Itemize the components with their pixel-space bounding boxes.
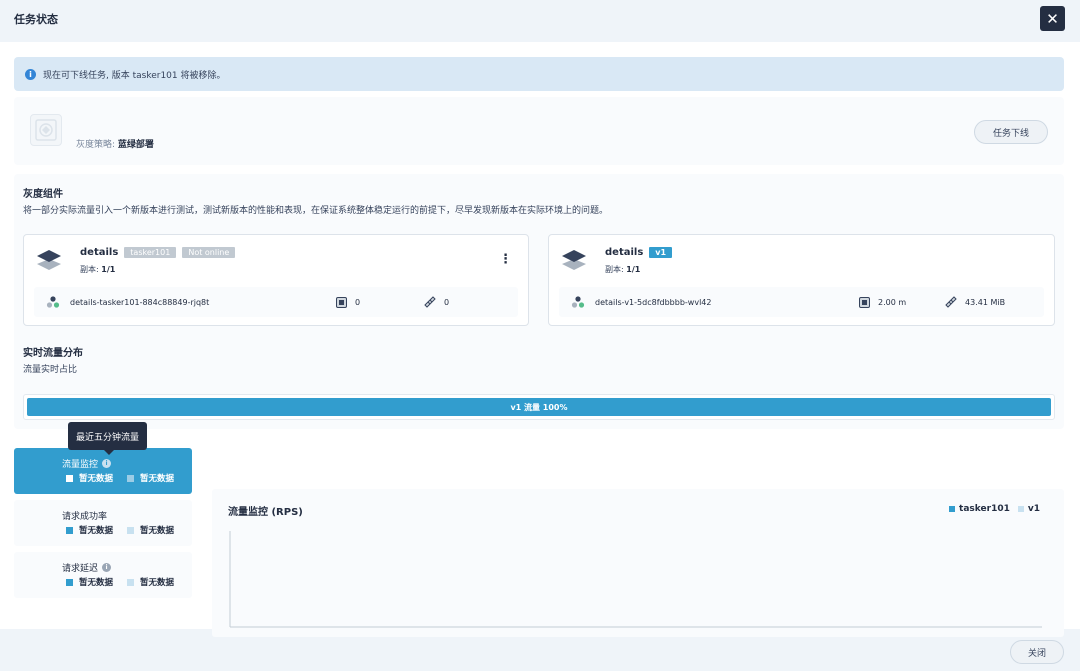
dialog-title: 任务状态 (14, 13, 58, 26)
traffic-subtitle: 流量实时占比 (23, 365, 78, 375)
tab-legend: 暂无数据 暂无数据 (66, 472, 174, 484)
component-name: details tasker101 Not online (80, 247, 236, 258)
pod-row: details-v1-5dc8fdbbbb-wvl42 2.00 m 43.41… (559, 287, 1044, 317)
info-icon[interactable]: i (102, 459, 112, 468)
section-description: 将一部分实际流量引入一个新版本进行测试，测试新版本的性能和表现，在保证系统整体稳… (23, 206, 609, 216)
info-banner: i 现在可下线任务, 版本 tasker101 将被移除。 (14, 57, 1064, 91)
workload-icon (562, 250, 586, 270)
more-options-icon[interactable]: ⋮ (499, 253, 512, 266)
cpu-icon (859, 296, 870, 308)
cpu-icon (336, 296, 347, 308)
info-icon: i (25, 68, 36, 80)
tooltip: 最近五分钟流量 (68, 422, 148, 455)
pod-name-link[interactable]: details-v1-5dc8fdbbbb-wvl42 (595, 298, 711, 307)
pod-icon (571, 296, 585, 308)
info-message: 现在可下线任务, 版本 tasker101 将被移除。 (43, 70, 226, 81)
close-icon[interactable]: ✕ (1040, 6, 1065, 31)
tab-title: 请求成功率 (62, 512, 108, 522)
memory-metric: 43.41 MiB (945, 296, 1005, 308)
version-tag: v1 (649, 247, 673, 258)
replica-count: 副本: 1/1 (605, 265, 641, 274)
traffic-v1-segment: v1 流量 100% (27, 398, 1051, 416)
grayscale-components-section: 灰度组件 将一部分实际流量引入一个新版本进行测试，测试新版本的性能和表现，在保证… (14, 174, 1064, 429)
replica-count: 副本: 1/1 (80, 265, 116, 274)
tab-traffic-monitor[interactable]: 流量监控 i 暂无数据 暂无数据 (14, 448, 192, 494)
traffic-title: 实时流量分布 (23, 348, 83, 359)
component-card-v1: details v1 副本: 1/1 details-v1-5dc8fdbbbb… (548, 234, 1055, 326)
memory-metric: 0 (424, 296, 449, 308)
pod-row: details-tasker101-884c88849-rjq8t 0 0 (34, 287, 518, 317)
workload-icon (37, 250, 61, 270)
memory-icon (945, 296, 957, 308)
tab-request-latency[interactable]: 请求延迟 i 暂无数据 暂无数据 (14, 552, 192, 598)
memory-icon (424, 296, 436, 308)
traffic-distribution-bar: v1 流量 100% (23, 394, 1055, 420)
info-icon[interactable]: i (102, 563, 112, 572)
tab-title: 请求延迟 i (62, 561, 112, 574)
cpu-metric: 2.00 m (859, 296, 906, 308)
dialog-header: 任务状态 ✕ (0, 0, 1080, 38)
pod-icon (46, 296, 60, 308)
strategy-card: 灰度策略: 蓝绿部署 任务下线 (14, 97, 1064, 165)
pod-name-link[interactable]: details-tasker101-884c88849-rjq8t (70, 298, 209, 307)
tab-legend: 暂无数据 暂无数据 (66, 524, 174, 536)
tab-title: 流量监控 i (62, 457, 112, 470)
status-badge: Not online (182, 247, 236, 258)
cpu-metric: 0 (336, 296, 360, 308)
tab-legend: 暂无数据 暂无数据 (66, 576, 174, 588)
tab-request-success-rate[interactable]: 请求成功率 暂无数据 暂无数据 (14, 500, 192, 546)
close-button[interactable]: 关闭 (1010, 640, 1064, 664)
version-tag: tasker101 (124, 247, 177, 258)
chart-panel: 流量监控 (RPS) tasker101 v1 (212, 489, 1064, 637)
task-offline-button[interactable]: 任务下线 (974, 120, 1048, 144)
strategy-label: 灰度策略: 蓝绿部署 (76, 140, 154, 150)
component-name: details v1 (605, 247, 673, 258)
strategy-value: 蓝绿部署 (117, 140, 154, 150)
section-title: 灰度组件 (23, 189, 63, 200)
chart-area (229, 531, 1042, 628)
strategy-image-icon (30, 114, 62, 146)
component-card-tasker101: details tasker101 Not online 副本: 1/1 ⋮ d… (23, 234, 529, 326)
